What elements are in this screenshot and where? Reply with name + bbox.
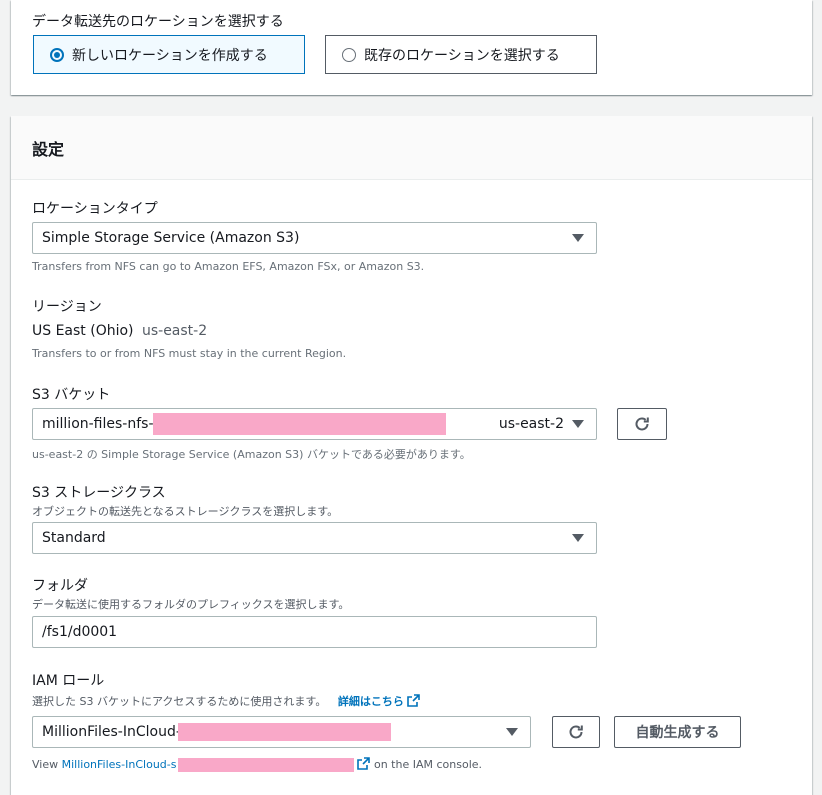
storage-class-label: S3 ストレージクラス [32,485,166,501]
external-link-icon [407,694,420,707]
caret-down-icon [572,234,584,242]
caret-down-icon [572,420,584,428]
location-type-label: ロケーションタイプ [32,201,158,217]
iam-role-link-label: MillionFiles-InCloud-s [61,758,177,771]
region-description: Transfers to or from NFS must stay in th… [32,347,347,360]
s3-bucket-label: S3 バケット [32,387,111,403]
view-suffix: on the IAM console. [373,758,483,771]
region-label: リージョン [32,299,102,315]
radio-existing-location[interactable]: 既存のロケーションを選択する [325,35,597,74]
redaction-mark [153,413,446,435]
settings-panel: 設定 ロケーションタイプ Simple Storage Service (Ama… [11,116,812,795]
settings-title: 設定 [32,140,65,159]
radio-existing-location-label: 既存のロケーションを選択する [364,47,560,64]
caret-down-icon [506,728,518,736]
folder-description: データ転送に使用するフォルダのプレフィックスを選択します。 [32,598,350,611]
s3-bucket-description: us-east-2 の Simple Storage Service (Amaz… [32,448,471,461]
caret-down-icon [572,534,584,542]
location-type-value: Simple Storage Service (Amazon S3) [42,230,300,246]
refresh-icon [635,417,649,431]
radio-selected-icon [50,47,64,62]
refresh-role-button[interactable] [552,716,600,748]
refresh-icon [569,725,583,739]
iam-role-description: 選択した S3 バケットにアクセスするために使用されます。 [32,695,327,708]
location-type-description: Transfers from NFS can go to Amazon EFS,… [32,260,425,273]
s3-bucket-region: us-east-2 [498,416,564,432]
view-prefix: View [32,758,59,771]
storage-class-value: Standard [42,530,106,546]
destination-panel: データ転送先のロケーションを選択する 新しいロケーションを作成する 既存のロケー… [11,0,812,95]
learn-more-label: 詳細はこちら [337,695,404,708]
folder-label: フォルダ [32,578,88,594]
external-link-icon [357,757,371,770]
iam-role-value: MillionFiles-InCloud-s [42,724,189,740]
location-type-select[interactable]: Simple Storage Service (Amazon S3) [32,222,597,254]
redaction-mark [178,723,391,741]
learn-more-link[interactable]: 詳細はこちら [337,694,420,708]
region-name: US East (Ohio) [32,323,134,339]
region-code: us-east-2 [141,323,208,339]
redaction-mark [178,758,354,772]
radio-unselected-icon [342,47,356,62]
radio-new-location-label: 新しいロケーションを作成する [72,47,268,64]
s3-bucket-value: million-files-nfs-f [42,416,159,432]
destination-heading: データ転送先のロケーションを選択する [32,14,284,30]
iam-role-description-row: 選択した S3 バケットにアクセスするために使用されます。 詳細はこちら [32,693,420,709]
radio-new-location[interactable]: 新しいロケーションを作成する [33,35,305,74]
folder-value: /fs1/d0001 [42,624,118,640]
auto-generate-button[interactable]: 自動生成する [614,716,741,748]
settings-header: 設定 [11,116,812,180]
iam-role-label: IAM ロール [32,673,105,689]
region-value: US East (Ohio) us-east-2 [32,323,207,339]
folder-input[interactable]: /fs1/d0001 [32,616,597,648]
storage-class-select[interactable]: Standard [32,522,597,554]
storage-class-description: オブジェクトの転送先となるストレージクラスを選択します。 [32,505,339,518]
refresh-bucket-button[interactable] [617,408,667,440]
